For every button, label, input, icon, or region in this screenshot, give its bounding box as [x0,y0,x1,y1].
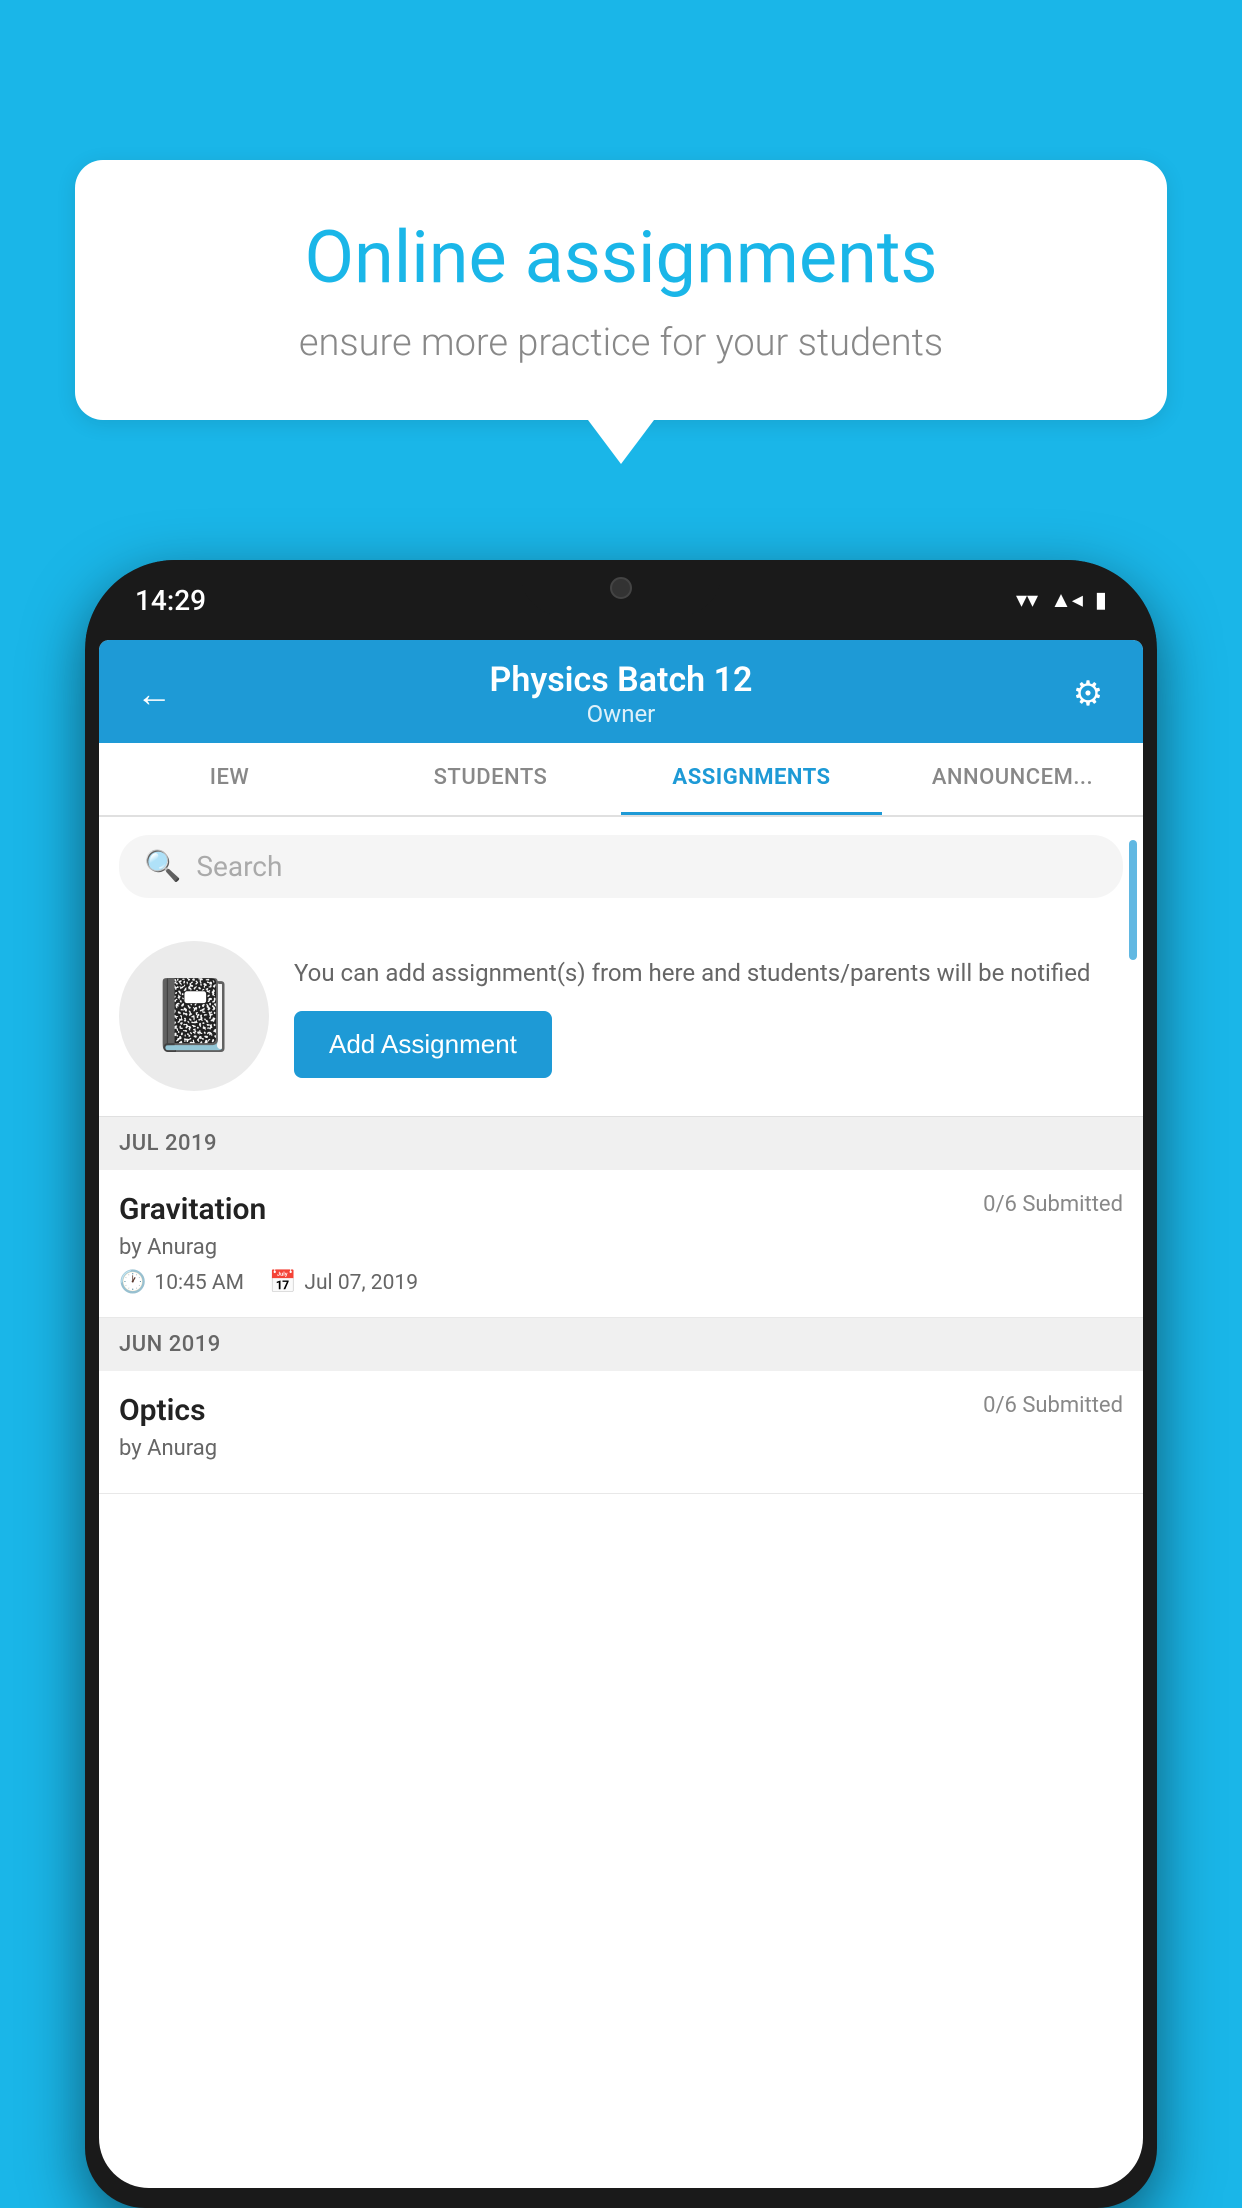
assignment-icon-circle: 📓 [119,941,269,1091]
header-title: Physics Batch 12 [179,660,1063,700]
phone-time: 14:29 [135,584,206,617]
battery-icon: ▮ [1095,588,1107,613]
phone-status-icons: ▾▾ ▲◂ ▮ [1016,587,1107,613]
assignment-title-gravitation: Gravitation [119,1192,266,1227]
speech-bubble: Online assignments ensure more practice … [75,160,1167,420]
month-jun-2019: JUN 2019 [99,1318,1143,1371]
add-assignment-content: You can add assignment(s) from here and … [294,955,1123,1078]
search-bar[interactable]: 🔍 Search [119,835,1123,898]
signal-icon: ▲◂ [1050,587,1083,613]
assignment-item-gravitation[interactable]: Gravitation 0/6 Submitted by Anurag 🕐 10… [99,1170,1143,1318]
assignment-author-optics: by Anurag [119,1436,1123,1461]
assignment-title-optics: Optics [119,1393,206,1428]
assignment-author-gravitation: by Anurag [119,1235,1123,1260]
assignment-submitted-optics: 0/6 Submitted [983,1393,1123,1418]
assignment-item-header: Gravitation 0/6 Submitted [119,1192,1123,1227]
settings-button[interactable]: ⚙ [1063,674,1113,714]
search-placeholder: Search [196,850,282,883]
add-assignment-button[interactable]: Add Assignment [294,1011,552,1078]
search-container: 🔍 Search [99,817,1143,916]
tabs-container: IEW STUDENTS ASSIGNMENTS ANNOUNCEM... [99,743,1143,817]
phone-camera [610,577,632,599]
speech-bubble-title: Online assignments [145,215,1097,301]
add-assignment-section: 📓 You can add assignment(s) from here an… [99,916,1143,1117]
assignment-meta-gravitation: 🕐 10:45 AM 📅 Jul 07, 2019 [119,1270,1123,1295]
header-subtitle: Owner [179,700,1063,728]
tab-announcements[interactable]: ANNOUNCEM... [882,743,1143,815]
tab-iew[interactable]: IEW [99,743,360,815]
tab-students[interactable]: STUDENTS [360,743,621,815]
calendar-icon: 📅 [269,1270,296,1295]
assignment-item-optics[interactable]: Optics 0/6 Submitted by Anurag [99,1371,1143,1494]
speech-bubble-container: Online assignments ensure more practice … [75,160,1167,420]
tab-assignments[interactable]: ASSIGNMENTS [621,743,882,815]
header-center: Physics Batch 12 Owner [179,660,1063,728]
app-header: ← Physics Batch 12 Owner ⚙ [99,640,1143,743]
assignment-item-header-optics: Optics 0/6 Submitted [119,1393,1123,1428]
search-icon: 🔍 [144,849,181,884]
clock-icon: 🕐 [119,1270,146,1295]
assignment-date-gravitation: 📅 Jul 07, 2019 [269,1270,418,1295]
back-button[interactable]: ← [129,673,179,715]
phone-notch [521,560,721,615]
speech-bubble-subtitle: ensure more practice for your students [145,321,1097,365]
month-jul-2019: JUL 2019 [99,1117,1143,1170]
assignment-submitted-gravitation: 0/6 Submitted [983,1192,1123,1217]
assignment-time-gravitation: 🕐 10:45 AM [119,1270,244,1295]
add-assignment-desc: You can add assignment(s) from here and … [294,955,1123,991]
phone-status-bar: 14:29 ▾▾ ▲◂ ▮ [85,560,1157,640]
scroll-indicator [1129,840,1137,960]
notebook-icon: 📓 [150,975,237,1057]
wifi-icon: ▾▾ [1016,588,1038,613]
phone-frame: 14:29 ▾▾ ▲◂ ▮ ← Physics Batch 12 Owner ⚙… [85,560,1157,2208]
phone-screen: ← Physics Batch 12 Owner ⚙ IEW STUDENTS … [99,640,1143,2188]
